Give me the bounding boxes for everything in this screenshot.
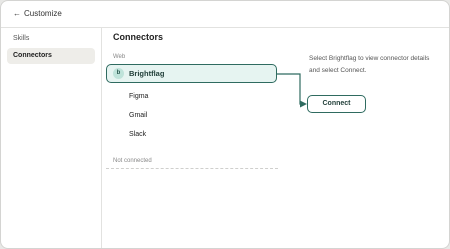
sidebar-item-skills[interactable]: Skills <box>7 31 95 47</box>
back-button[interactable]: ← Customize <box>13 9 62 18</box>
page-title: Connectors <box>113 32 164 42</box>
web-section-label: Web <box>113 54 126 60</box>
connector-item-slack[interactable]: Slack <box>106 127 277 143</box>
customize-window: ← Customize Skills Connectors <box>0 0 450 249</box>
connector-item-figma[interactable]: Figma <box>106 89 277 105</box>
sidebar-item-connectors[interactable]: Connectors <box>7 48 95 64</box>
back-label: Customize <box>24 9 62 18</box>
connector-name: Brightflag <box>129 69 165 78</box>
back-arrow-icon: ← <box>13 8 21 18</box>
connect-button[interactable]: Connect <box>307 95 366 113</box>
sidebar: Skills Connectors <box>1 28 102 248</box>
divider <box>106 168 278 169</box>
brightflag-avatar: b <box>113 68 124 79</box>
connector-item-brightflag[interactable]: b Brightflag <box>106 64 277 83</box>
connector-item-gmail[interactable]: Gmail <box>106 108 277 124</box>
not-connected-label: Not connected <box>113 158 152 164</box>
top-bar: ← Customize <box>1 1 449 28</box>
instruction-text: Select Brightflag to view connector deta… <box>309 55 430 74</box>
